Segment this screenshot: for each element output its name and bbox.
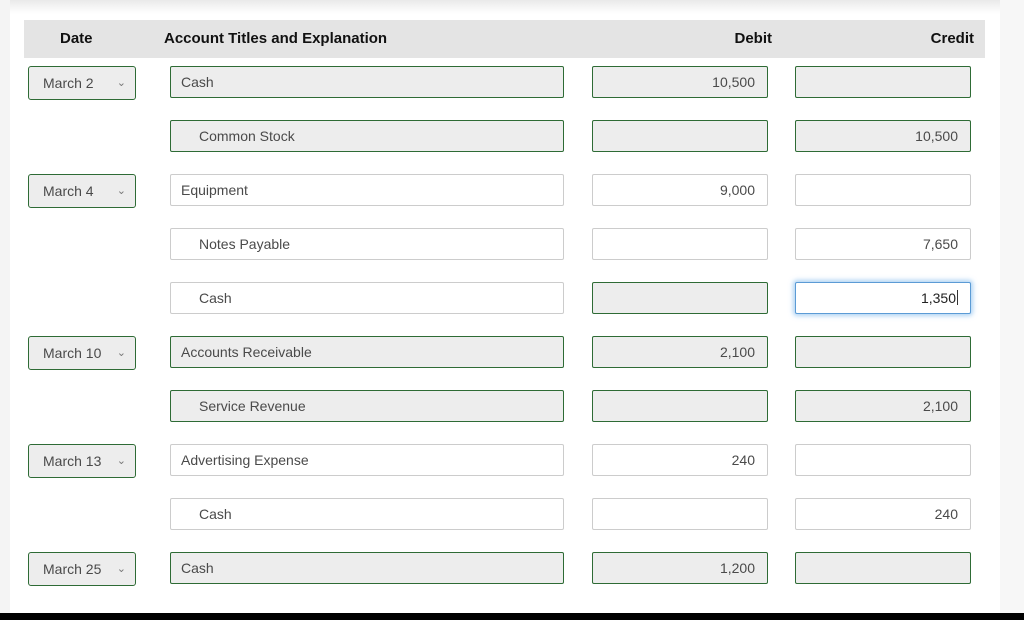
debit-amount-input[interactable]: 10,500 — [592, 66, 768, 98]
chevron-down-icon: ⌄ — [116, 185, 126, 197]
credit-amount-input[interactable] — [795, 552, 971, 584]
account-title-input[interactable]: Cash — [170, 282, 564, 314]
table-row: March 2 ⌄ Cash 10,500 — [24, 58, 985, 112]
debit-amount-input[interactable] — [592, 228, 768, 260]
bottom-black-bar — [0, 613, 1024, 620]
table-row: March 10 ⌄ Accounts Receivable 2,100 — [24, 328, 985, 382]
table-header-row: Date Account Titles and Explanation Debi… — [24, 20, 985, 58]
account-title-input[interactable]: Cash — [170, 66, 564, 98]
account-title-input[interactable]: Advertising Expense — [170, 444, 564, 476]
journal-entry-page: Date Account Titles and Explanation Debi… — [0, 0, 1024, 620]
account-title-input[interactable]: Notes Payable — [170, 228, 564, 260]
date-select-value: March 13 — [43, 453, 102, 469]
date-select-value: March 4 — [43, 183, 94, 199]
table-row: Common Stock 10,500 — [24, 112, 985, 166]
chevron-down-icon: ⌄ — [116, 455, 126, 467]
table-row: March 13 ⌄ Advertising Expense 240 — [24, 436, 985, 490]
credit-amount-input[interactable] — [795, 66, 971, 98]
table-row: March 4 ⌄ Equipment 9,000 — [24, 166, 985, 220]
date-select-value: March 2 — [43, 75, 94, 91]
date-select[interactable]: March 25 ⌄ — [28, 552, 136, 586]
column-header-account: Account Titles and Explanation — [164, 30, 388, 47]
table-row: Notes Payable 7,650 — [24, 220, 985, 274]
debit-amount-input[interactable] — [592, 282, 768, 314]
date-select-value: March 10 — [43, 345, 102, 361]
right-gutter — [1000, 0, 1024, 620]
left-gutter — [0, 0, 10, 620]
date-select[interactable]: March 2 ⌄ — [28, 66, 136, 100]
table-row: March 25 ⌄ Cash 1,200 — [24, 544, 985, 598]
credit-amount-input[interactable] — [795, 444, 971, 476]
chevron-down-icon: ⌄ — [116, 347, 126, 359]
column-header-debit: Debit — [734, 30, 773, 47]
debit-amount-input[interactable] — [592, 498, 768, 530]
debit-amount-input[interactable] — [592, 390, 768, 422]
table-row: Cash 240 — [24, 490, 985, 544]
account-title-input[interactable]: Service Revenue — [170, 390, 564, 422]
credit-amount-input[interactable]: 7,650 — [795, 228, 971, 260]
date-select-value: March 25 — [43, 561, 102, 577]
date-select[interactable]: March 13 ⌄ — [28, 444, 136, 478]
table-row: Cash 1,350 — [24, 274, 985, 328]
credit-amount-input[interactable] — [795, 336, 971, 368]
debit-amount-input[interactable]: 1,200 — [592, 552, 768, 584]
chevron-down-icon: ⌄ — [116, 77, 126, 89]
credit-amount-input[interactable] — [795, 174, 971, 206]
debit-amount-input[interactable]: 2,100 — [592, 336, 768, 368]
date-select[interactable]: March 4 ⌄ — [28, 174, 136, 208]
credit-amount-input[interactable]: 1,350 — [795, 282, 971, 314]
chevron-down-icon: ⌄ — [116, 563, 126, 575]
debit-amount-input[interactable]: 9,000 — [592, 174, 768, 206]
account-title-input[interactable]: Common Stock — [170, 120, 564, 152]
debit-amount-input[interactable] — [592, 120, 768, 152]
credit-amount-input[interactable]: 240 — [795, 498, 971, 530]
text-caret — [957, 290, 958, 305]
journal-rows: March 2 ⌄ Cash 10,500 Common Stock 10,500 Marc… — [24, 58, 985, 598]
account-title-input[interactable]: Equipment — [170, 174, 564, 206]
debit-amount-input[interactable]: 240 — [592, 444, 768, 476]
account-title-input[interactable]: Cash — [170, 552, 564, 584]
account-title-input[interactable]: Cash — [170, 498, 564, 530]
column-header-credit: Credit — [930, 30, 974, 47]
account-title-input[interactable]: Accounts Receivable — [170, 336, 564, 368]
credit-amount-input[interactable]: 2,100 — [795, 390, 971, 422]
top-edge-fade — [10, 0, 1000, 14]
table-row: Service Revenue 2,100 — [24, 382, 985, 436]
column-header-date: Date — [60, 30, 93, 47]
journal-entry-table: Date Account Titles and Explanation Debi… — [24, 20, 985, 598]
date-select[interactable]: March 10 ⌄ — [28, 336, 136, 370]
credit-amount-input[interactable]: 10,500 — [795, 120, 971, 152]
